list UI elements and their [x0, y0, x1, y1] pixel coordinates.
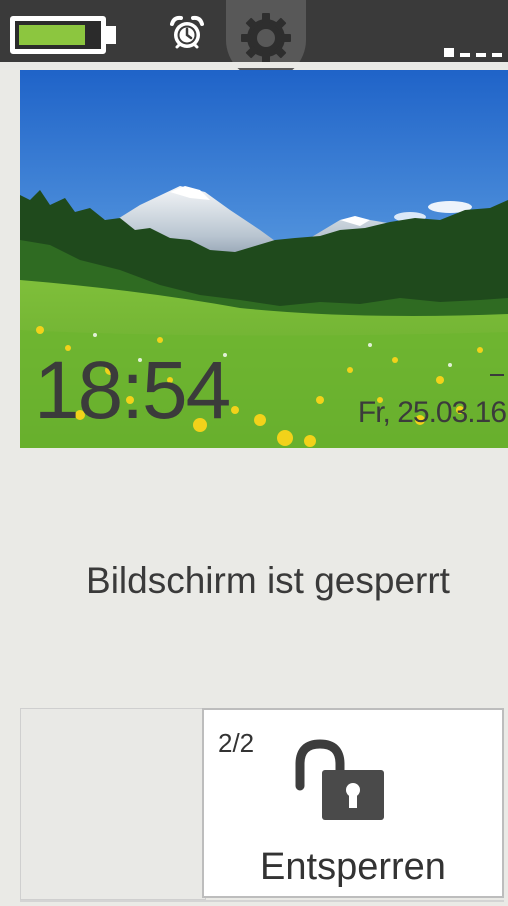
- lock-message: Bildschirm ist gesperrt: [86, 560, 450, 601]
- lock-screen: 18:54 Fr, 25.03.16 Bildschirm ist gesper…: [0, 0, 508, 906]
- battery-level-fill: [19, 25, 85, 45]
- padlock-open-icon: [295, 739, 384, 820]
- bottom-divider: [20, 900, 504, 902]
- clock-date: Fr, 25.03.16: [357, 396, 507, 429]
- clock-time: 18:54: [34, 345, 231, 436]
- status-bar: [0, 0, 508, 80]
- unlock-counter: 2/2: [218, 728, 255, 758]
- gear-icon: [241, 13, 291, 63]
- status-bar-divider: [0, 62, 508, 68]
- date-separator: [490, 374, 504, 376]
- alarm-clock-icon: [170, 15, 204, 49]
- signal-dashes-icon: [438, 38, 502, 57]
- battery-icon: [10, 16, 106, 54]
- settings-button[interactable]: [226, 0, 306, 80]
- empty-panel: [20, 708, 206, 900]
- battery-tip: [106, 26, 116, 44]
- unlock-label: Entsperren: [260, 846, 446, 888]
- unlock-button[interactable]: 2/2 Entsperren: [202, 708, 504, 898]
